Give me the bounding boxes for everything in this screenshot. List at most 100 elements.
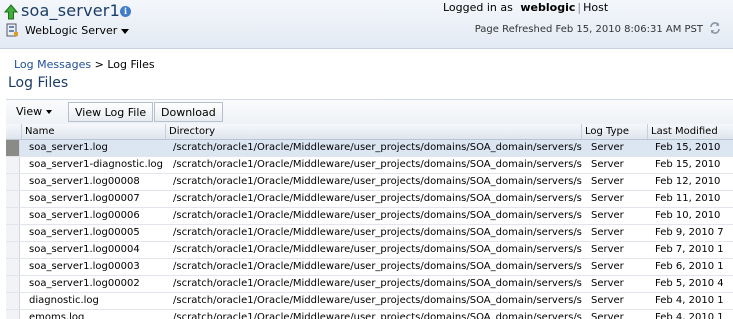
cell-directory: /scratch/oracle1/Oracle/Middleware/user_…: [173, 176, 582, 187]
weblogic-server-menu-label: WebLogic Server: [25, 24, 118, 37]
table-row[interactable]: soa_server1.log00002/scratch/oracle1/Ora…: [6, 276, 733, 293]
table-row[interactable]: soa_server1.log00007/scratch/oracle1/Ora…: [6, 191, 733, 208]
cell-last-modified: Feb 4, 2010 1: [655, 295, 724, 306]
cell-directory: /scratch/oracle1/Oracle/Middleware/user_…: [173, 312, 582, 319]
column-header-last-modified[interactable]: Last Modified: [648, 124, 733, 139]
page-title: Log Files: [8, 75, 69, 91]
breadcrumb: Log Messages > Log Files: [14, 58, 155, 71]
cell-name: diagnostic.log: [29, 295, 99, 306]
cell-log-type: Server: [591, 176, 624, 187]
cell-name: soa_server1.log00003: [29, 261, 140, 272]
cell-name: soa_server1-diagnostic.log: [29, 159, 163, 170]
row-selector: [6, 293, 20, 309]
row-selector: [6, 259, 20, 275]
server-title: soa_server1: [21, 1, 120, 20]
host-label: Host: [583, 1, 609, 14]
cell-name: soa_server1.log00008: [29, 176, 140, 187]
cell-last-modified: Feb 5, 2010 4: [655, 278, 724, 289]
cell-last-modified: Feb 4, 2010 1: [655, 312, 724, 319]
login-separator: |: [577, 1, 582, 14]
row-selector: [6, 225, 20, 241]
cell-name: soa_server1.log00005: [29, 227, 140, 238]
cell-directory: /scratch/oracle1/Oracle/Middleware/user_…: [173, 142, 582, 153]
log-files-table: Name Directory Log Type Last Modified so…: [6, 124, 733, 319]
table-header: Name Directory Log Type Last Modified: [6, 124, 733, 140]
page-header: soa_server1 i WebLogic Server Logged in …: [0, 0, 733, 49]
cell-log-type: Server: [591, 193, 624, 204]
cell-name: soa_server1.log00002: [29, 278, 140, 289]
table-row[interactable]: soa_server1-diagnostic.log/scratch/oracl…: [6, 157, 733, 174]
cell-log-type: Server: [591, 295, 624, 306]
login-info: Logged in as weblogic | Host: [443, 1, 608, 14]
view-log-file-button[interactable]: View Log File: [68, 102, 154, 122]
table-row[interactable]: soa_server1.log/scratch/oracle1/Oracle/M…: [6, 140, 733, 157]
row-selector: [6, 310, 20, 319]
breadcrumb-current: Log Files: [107, 58, 155, 71]
table-body: soa_server1.log/scratch/oracle1/Oracle/M…: [6, 140, 733, 319]
green-up-arrow-icon: [4, 4, 18, 20]
cell-last-modified: Feb 11, 2010: [655, 193, 721, 204]
cell-directory: /scratch/oracle1/Oracle/Middleware/user_…: [173, 227, 582, 238]
cell-directory: /scratch/oracle1/Oracle/Middleware/user_…: [173, 193, 582, 204]
table-row[interactable]: soa_server1.log00005/scratch/oracle1/Ora…: [6, 225, 733, 242]
cell-directory: /scratch/oracle1/Oracle/Middleware/user_…: [173, 261, 582, 272]
weblogic-server-menu[interactable]: WebLogic Server: [25, 24, 130, 37]
row-selector: [6, 242, 20, 258]
cell-directory: /scratch/oracle1/Oracle/Middleware/user_…: [173, 278, 582, 289]
cell-last-modified: Feb 15, 2010: [655, 142, 721, 153]
table-toolbar: View View Log File Download: [6, 99, 733, 125]
breadcrumb-separator: >: [94, 58, 104, 71]
cell-last-modified: Feb 10, 2010: [655, 210, 721, 221]
cell-directory: /scratch/oracle1/Oracle/Middleware/user_…: [173, 210, 582, 221]
column-header-name[interactable]: Name: [22, 124, 166, 139]
row-selector: [6, 174, 20, 190]
row-selector: [6, 140, 20, 156]
cell-log-type: Server: [591, 142, 624, 153]
cell-log-type: Server: [591, 159, 624, 170]
chevron-down-icon: [46, 110, 53, 114]
cell-log-type: Server: [591, 244, 624, 255]
row-selector: [6, 191, 20, 207]
cell-directory: /scratch/oracle1/Oracle/Middleware/user_…: [173, 295, 582, 306]
cell-log-type: Server: [591, 227, 624, 238]
table-row[interactable]: emoms.log/scratch/oracle1/Oracle/Middlew…: [6, 310, 733, 319]
cell-last-modified: Feb 6, 2010 1: [655, 261, 724, 272]
info-icon[interactable]: i: [120, 6, 131, 17]
table-row[interactable]: soa_server1.log00006/scratch/oracle1/Ora…: [6, 208, 733, 225]
row-selector: [6, 208, 20, 224]
view-menu-label: View: [16, 105, 43, 118]
table-row[interactable]: diagnostic.log/scratch/oracle1/Oracle/Mi…: [6, 293, 733, 310]
cell-last-modified: Feb 12, 2010: [655, 176, 721, 187]
cell-directory: /scratch/oracle1/Oracle/Middleware/user_…: [173, 244, 582, 255]
cell-last-modified: Feb 7, 2010 1: [655, 244, 724, 255]
cell-last-modified: Feb 15, 2010: [655, 159, 721, 170]
row-selector: [6, 157, 20, 173]
cell-name: soa_server1.log00007: [29, 193, 140, 204]
cell-name: soa_server1.log: [29, 142, 108, 153]
row-selector: [6, 276, 20, 292]
logged-in-user: weblogic: [520, 1, 576, 14]
column-header-directory[interactable]: Directory: [166, 124, 582, 139]
logged-in-prefix: Logged in as: [443, 1, 513, 14]
cell-log-type: Server: [591, 210, 624, 221]
page-refreshed-text: Page Refreshed Feb 15, 2010 8:06:31 AM P…: [474, 24, 703, 35]
cell-last-modified: Feb 9, 2010 7: [655, 227, 724, 238]
table-row[interactable]: soa_server1.log00003/scratch/oracle1/Ora…: [6, 259, 733, 276]
cell-directory: /scratch/oracle1/Oracle/Middleware/user_…: [173, 159, 582, 170]
table-row[interactable]: soa_server1.log00004/scratch/oracle1/Ora…: [6, 242, 733, 259]
row-header-corner: [6, 124, 22, 139]
weblogic-server-icon: [6, 23, 18, 37]
view-menu-button[interactable]: View: [10, 102, 58, 122]
cell-name: soa_server1.log00004: [29, 244, 140, 255]
cell-log-type: Server: [591, 261, 624, 272]
column-header-log-type[interactable]: Log Type: [582, 124, 648, 139]
refresh-icon[interactable]: [708, 21, 722, 35]
cell-name: soa_server1.log00006: [29, 210, 140, 221]
cell-log-type: Server: [591, 278, 624, 289]
cell-log-type: Server: [591, 312, 624, 319]
cell-name: emoms.log: [29, 312, 85, 319]
chevron-down-icon: [121, 28, 130, 34]
download-button[interactable]: Download: [154, 102, 223, 122]
table-row[interactable]: soa_server1.log00008/scratch/oracle1/Ora…: [6, 174, 733, 191]
breadcrumb-log-messages[interactable]: Log Messages: [14, 58, 91, 71]
